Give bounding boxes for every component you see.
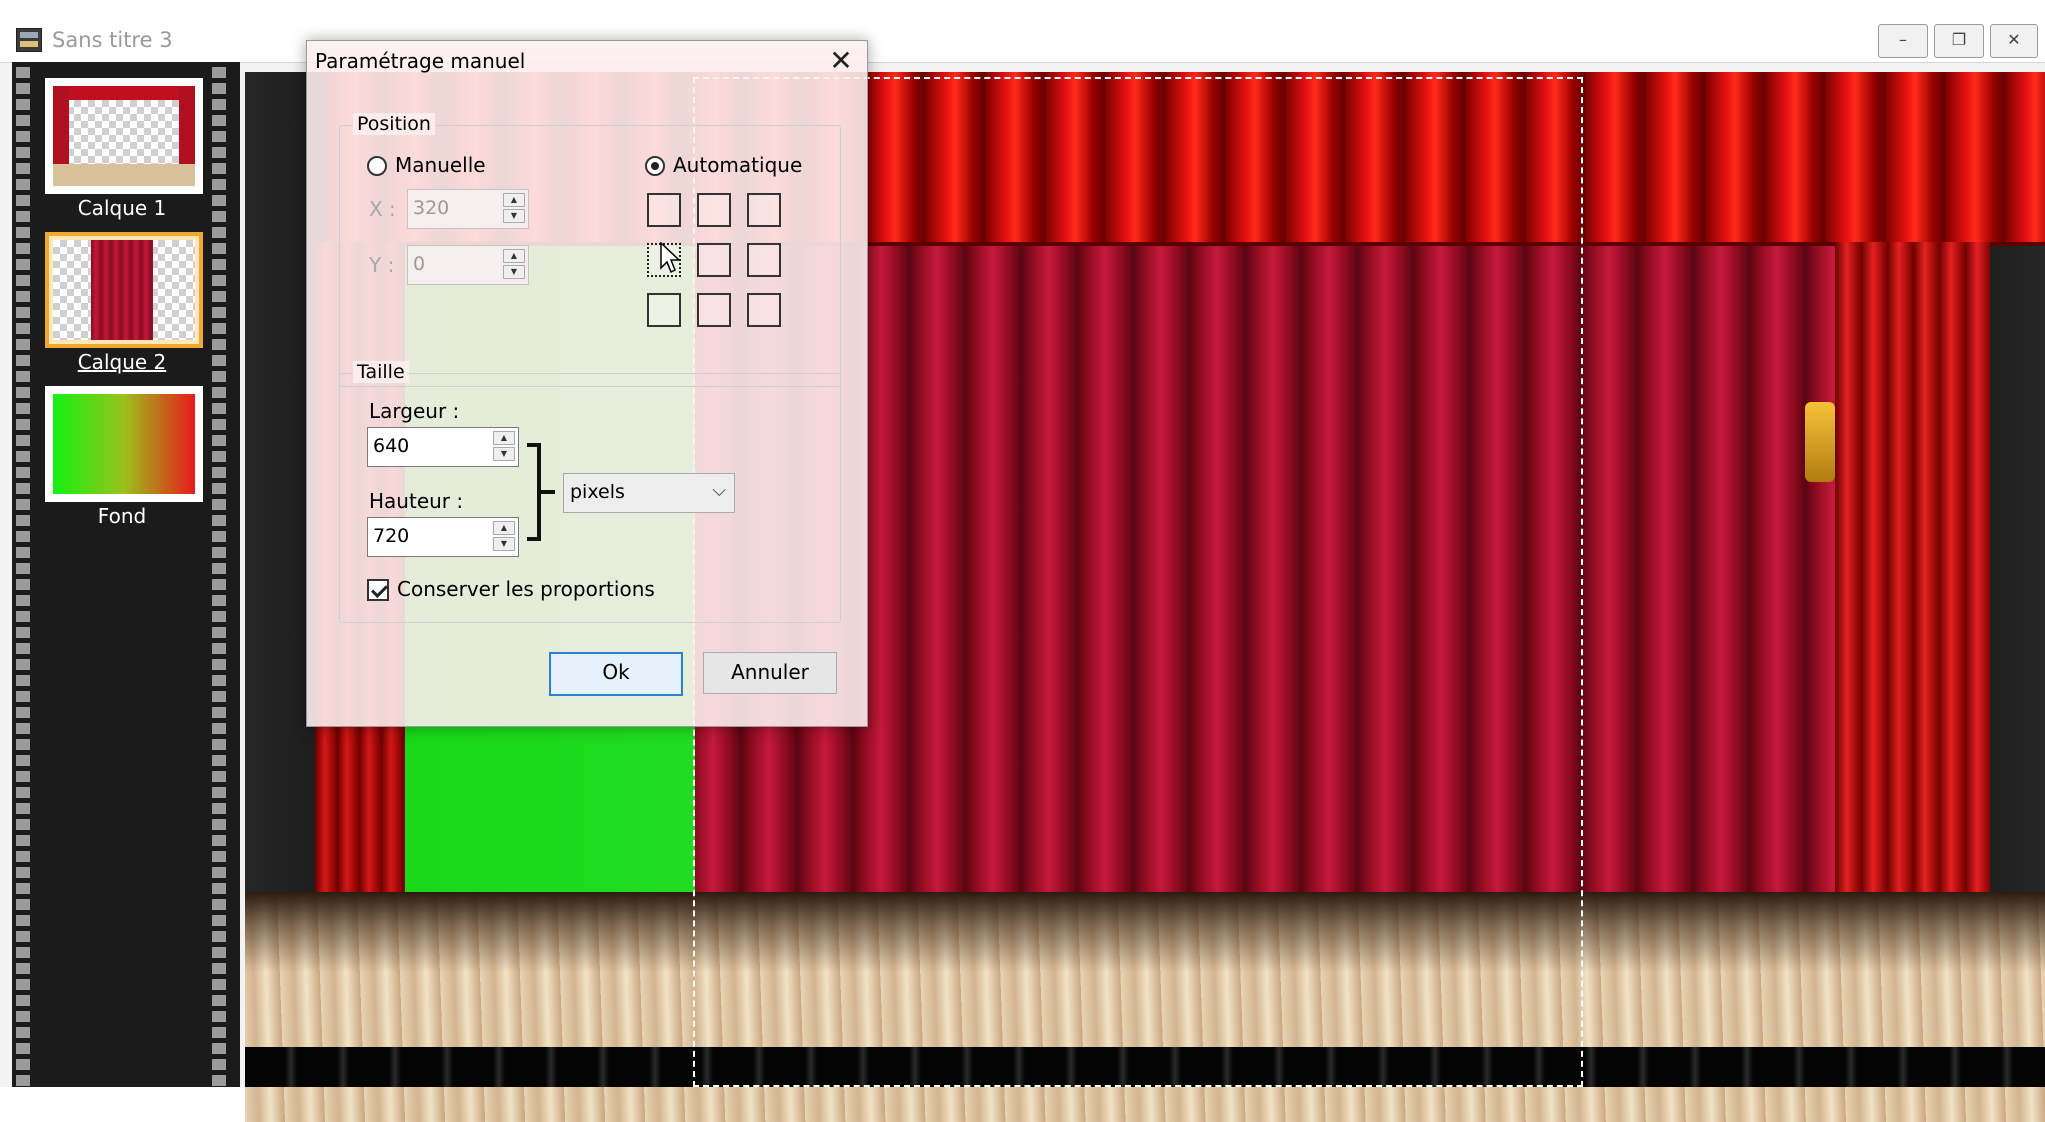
filmstrip-sprocket-right (212, 62, 226, 1087)
anchor-top-left[interactable] (647, 193, 681, 227)
close-icon: ✕ (829, 44, 853, 77)
green-red-gradient-thumbnail-icon (53, 394, 195, 494)
manual-radio-label[interactable]: Manuelle (395, 153, 486, 177)
width-stepper[interactable]: ▲ ▼ (493, 431, 515, 461)
layer-label-2[interactable]: Calque 2 (42, 350, 202, 374)
dialog-close-button[interactable]: ✕ (823, 45, 859, 77)
window-title: Sans titre 3 (52, 28, 173, 52)
aspect-link-bracket-icon (527, 443, 541, 541)
gold-tieback (1805, 402, 1835, 482)
unit-value: pixels (570, 481, 625, 503)
anchor-top-center[interactable] (697, 193, 731, 227)
wooden-floor (245, 892, 2045, 1122)
size-group-title: Taille (353, 361, 409, 383)
x-value: 320 (413, 197, 450, 219)
stage-edge (245, 1047, 2045, 1087)
manual-radio[interactable] (367, 156, 387, 176)
anchor-bottom-center[interactable] (697, 293, 731, 327)
layer-thumbnail-1[interactable] (45, 78, 203, 194)
keep-proportions-label[interactable]: Conserver les proportions (397, 577, 655, 601)
height-value: 720 (373, 525, 410, 547)
right-drape (1835, 242, 1990, 1002)
restore-icon: ❐ (1951, 30, 1967, 49)
minimize-icon: – (1899, 30, 1907, 49)
position-group-title: Position (353, 113, 435, 135)
width-label: Largeur : (369, 399, 460, 423)
chevron-down-icon: ⌵ (712, 480, 726, 501)
minimize-button[interactable]: – (1878, 24, 1928, 58)
anchor-middle-center[interactable] (697, 243, 731, 277)
mouse-cursor-icon (660, 242, 681, 274)
automatic-radio[interactable] (645, 156, 665, 176)
height-input[interactable]: 720 ▲ ▼ (367, 517, 519, 557)
anchor-middle-right[interactable] (747, 243, 781, 277)
x-up-arrow-icon[interactable]: ▲ (503, 193, 525, 207)
aspect-link-bracket-tick (541, 490, 555, 494)
manual-settings-dialog: Paramétrage manuel ✕ Position Manuelle A… (306, 40, 868, 727)
layer-label-3[interactable]: Fond (42, 504, 202, 528)
y-down-arrow-icon[interactable]: ▼ (503, 265, 525, 279)
x-input[interactable]: 320 ▲ ▼ (407, 189, 529, 229)
height-stepper[interactable]: ▲ ▼ (493, 521, 515, 551)
unit-select[interactable]: pixels ⌵ (563, 473, 735, 513)
ok-button[interactable]: Ok (549, 652, 683, 696)
close-icon: ✕ (2007, 30, 2021, 49)
keep-proportions-checkbox[interactable] (367, 579, 389, 601)
cancel-button[interactable]: Annuler (703, 652, 837, 694)
filmstrip-sprocket-left (16, 62, 30, 1087)
y-stepper[interactable]: ▲ ▼ (503, 249, 525, 279)
height-down-arrow-icon[interactable]: ▼ (493, 537, 515, 551)
automatic-radio-label[interactable]: Automatique (673, 153, 802, 177)
layer-thumbnail-3[interactable] (45, 386, 203, 502)
main-window: Sans titre 3 – ❐ ✕ Calque 1 Calque 2 Fon… (0, 0, 2045, 1122)
width-up-arrow-icon[interactable]: ▲ (493, 431, 515, 445)
dialog-title: Paramétrage manuel (315, 49, 526, 73)
close-button[interactable]: ✕ (1990, 24, 2038, 58)
y-input[interactable]: 0 ▲ ▼ (407, 245, 529, 285)
app-icon (16, 28, 42, 52)
y-value: 0 (413, 253, 426, 275)
layer-thumbnail-2[interactable] (45, 232, 203, 348)
width-down-arrow-icon[interactable]: ▼ (493, 447, 515, 461)
curtain-thumbnail-icon (53, 240, 195, 340)
layers-panel: Calque 1 Calque 2 Fond (12, 62, 240, 1087)
y-up-arrow-icon[interactable]: ▲ (503, 249, 525, 263)
layer-label-1[interactable]: Calque 1 (42, 196, 202, 220)
height-label: Hauteur : (369, 489, 464, 513)
x-down-arrow-icon[interactable]: ▼ (503, 209, 525, 223)
x-label: X : (369, 197, 396, 221)
x-stepper[interactable]: ▲ ▼ (503, 193, 525, 223)
y-label: Y : (369, 253, 395, 277)
width-value: 640 (373, 435, 410, 457)
anchor-bottom-right[interactable] (747, 293, 781, 327)
stage-thumbnail-icon (53, 86, 195, 186)
restore-button[interactable]: ❐ (1934, 24, 1984, 58)
width-input[interactable]: 640 ▲ ▼ (367, 427, 519, 467)
anchor-bottom-left[interactable] (647, 293, 681, 327)
anchor-top-right[interactable] (747, 193, 781, 227)
height-up-arrow-icon[interactable]: ▲ (493, 521, 515, 535)
